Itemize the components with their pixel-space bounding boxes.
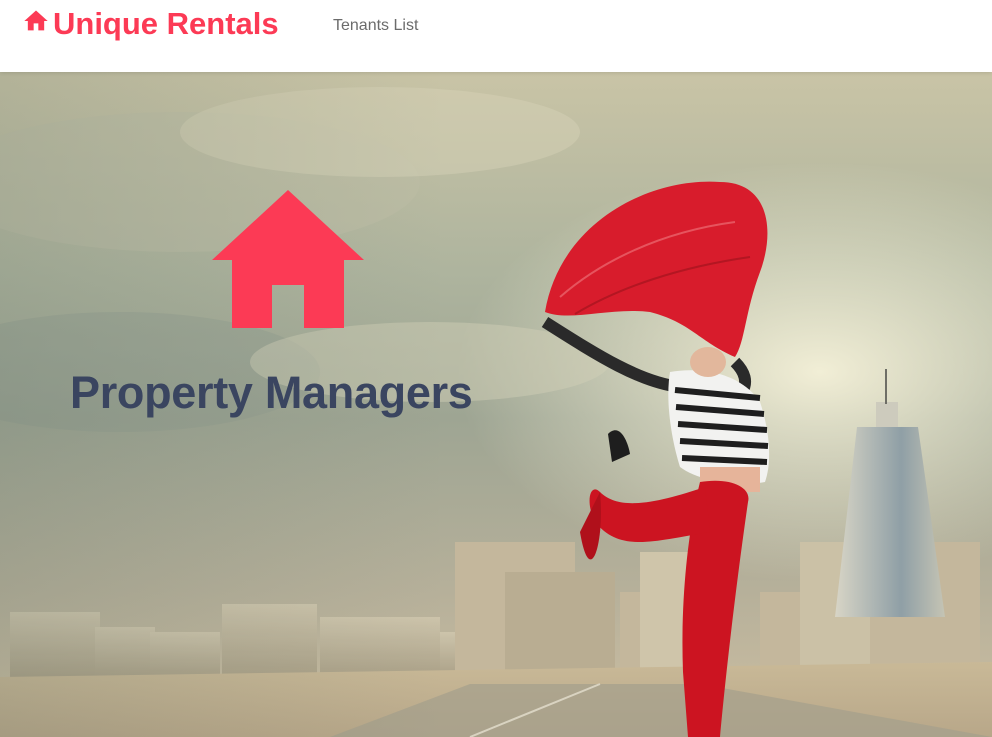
home-icon [212,190,364,328]
brand-name: Unique Rentals [53,6,279,41]
nav-link-tenants-list[interactable]: Tenants List [333,17,418,35]
brand-link[interactable]: Unique Rentals [22,4,279,44]
home-icon [24,10,48,31]
hero-section: Property Managers [0,72,992,737]
hero-title: Property Managers [70,367,473,418]
navbar: Unique Rentals Tenants List [0,0,992,72]
